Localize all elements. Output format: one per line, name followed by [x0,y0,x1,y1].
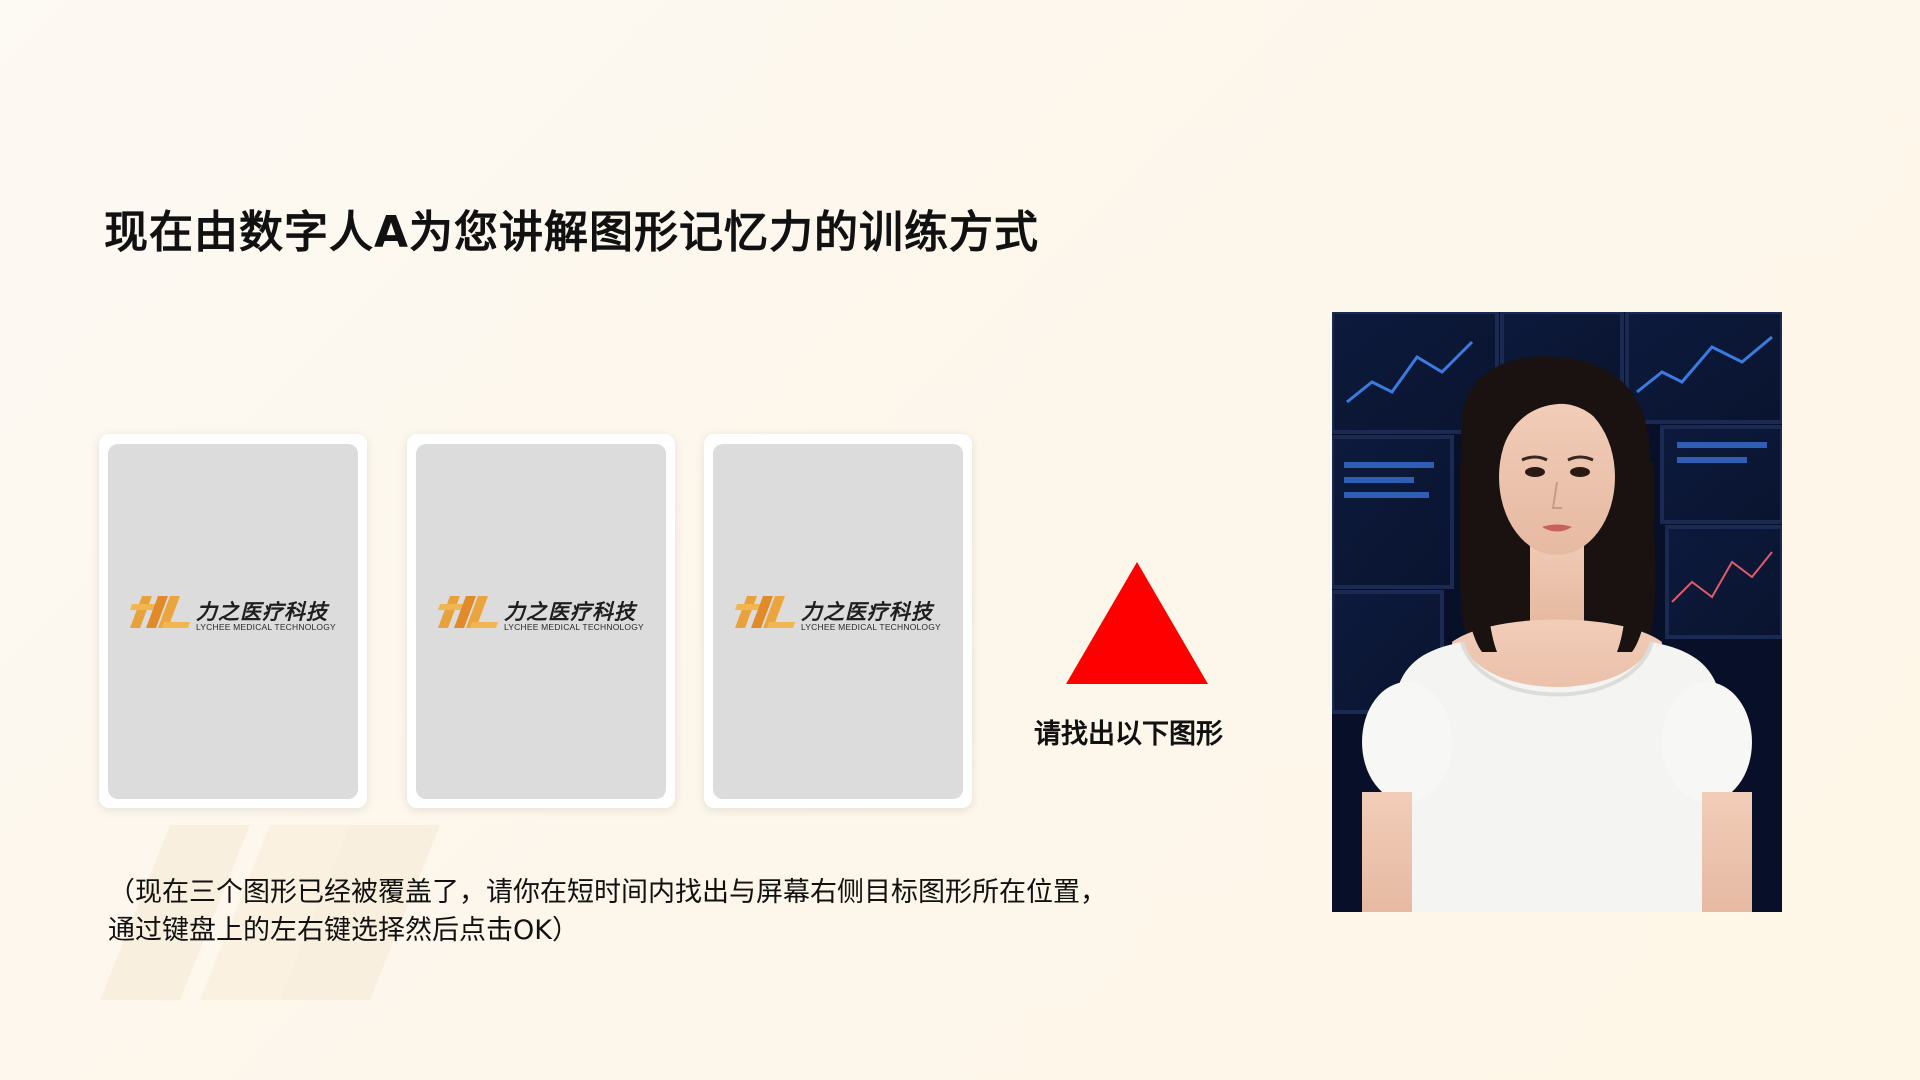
logo-mark-icon [438,596,498,628]
target-shape-label: 请找出以下图形 [1034,719,1223,750]
digital-presenter-avatar [1332,312,1782,912]
company-logo: 力之医疗科技 LYCHEE MEDICAL TECHNOLOGY [733,594,953,634]
shape-card-2[interactable]: 力之医疗科技 LYCHEE MEDICAL TECHNOLOGY [407,434,675,808]
card-cover: 力之医疗科技 LYCHEE MEDICAL TECHNOLOGY [416,444,666,799]
shape-card-3[interactable]: 力之医疗科技 LYCHEE MEDICAL TECHNOLOGY [704,434,972,808]
card-cover: 力之医疗科技 LYCHEE MEDICAL TECHNOLOGY [108,444,358,799]
shape-card-1[interactable]: 力之医疗科技 LYCHEE MEDICAL TECHNOLOGY [99,434,367,808]
instructions-line-2: 通过键盘上的左右键选择然后点击OK） [108,915,579,946]
card-cover: 力之医疗科技 LYCHEE MEDICAL TECHNOLOGY [713,444,963,799]
logo-english-name: LYCHEE MEDICAL TECHNOLOGY [504,622,644,632]
company-logo: 力之医疗科技 LYCHEE MEDICAL TECHNOLOGY [128,594,348,634]
company-logo: 力之医疗科技 LYCHEE MEDICAL TECHNOLOGY [436,594,656,634]
instructions-text: （现在三个图形已经被覆盖了，请你在短时间内找出与屏幕右侧目标图形所在位置， 通过… [108,874,1278,950]
triangle-icon [1066,562,1208,684]
page-title: 现在由数字人A为您讲解图形记忆力的训练方式 [104,207,1040,258]
logo-english-name: LYCHEE MEDICAL TECHNOLOGY [196,622,336,632]
logo-english-name: LYCHEE MEDICAL TECHNOLOGY [801,622,941,632]
instructions-line-1: （现在三个图形已经被覆盖了，请你在短时间内找出与屏幕右侧目标图形所在位置， [108,877,1107,908]
logo-mark-icon [130,596,190,628]
logo-mark-icon [735,596,795,628]
